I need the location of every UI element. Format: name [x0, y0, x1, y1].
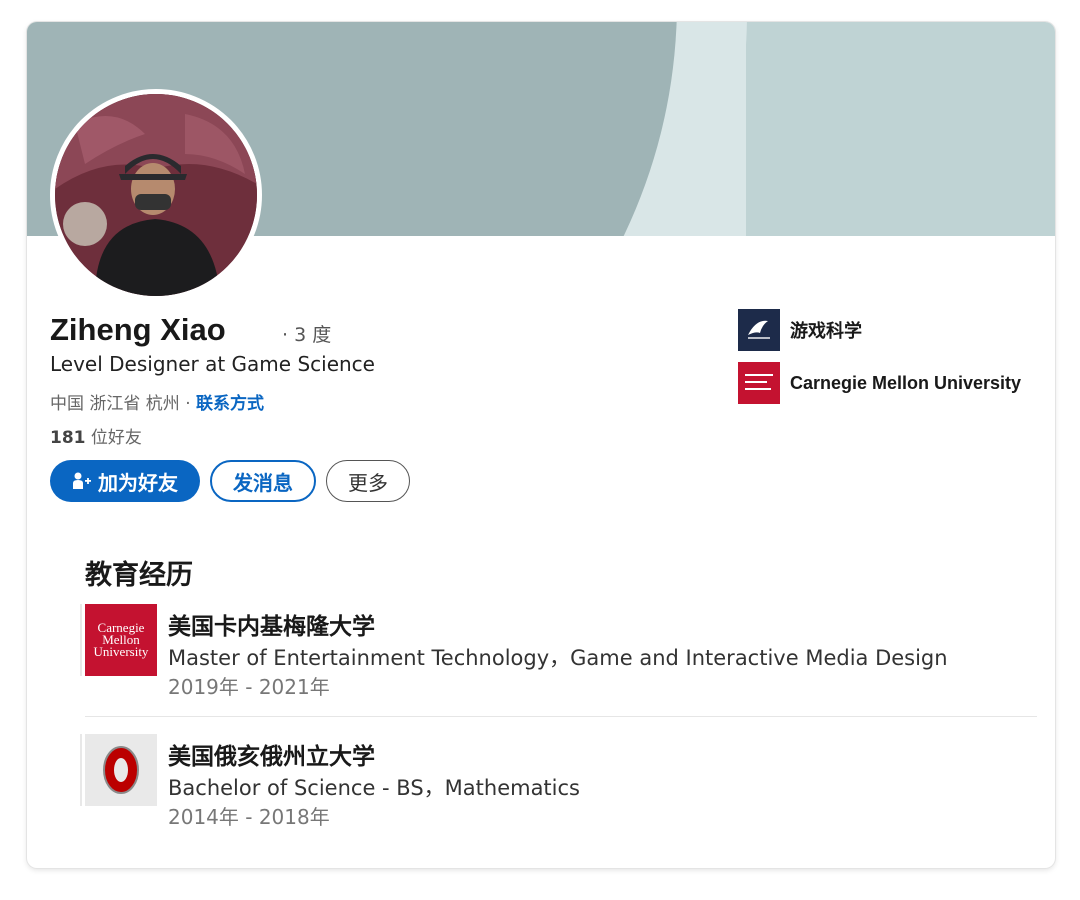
location-text: 中国 浙江省 杭州 ·	[50, 394, 197, 414]
connection-degree: · 3 度	[282, 324, 332, 346]
org-label: 游戏科学	[790, 321, 862, 341]
org-game-science[interactable]: 游戏科学	[738, 309, 862, 351]
edu-dates: 2019年 - 2021年	[168, 675, 330, 699]
game-science-logo-icon	[738, 309, 780, 351]
add-friend-label: 加为好友	[98, 470, 178, 495]
education-item[interactable]: 美国俄亥俄州立大学 Bachelor of Science - BS，Mathe…	[85, 734, 1037, 834]
add-person-icon	[72, 472, 92, 490]
friends-count[interactable]: 181 位好友	[50, 423, 142, 448]
edu-school: 美国俄亥俄州立大学	[168, 744, 375, 770]
friends-number: 181	[50, 428, 86, 448]
edu-accent-line	[80, 734, 82, 806]
profile-headline: Level Designer at Game Science	[50, 352, 375, 376]
cmu-logo-line: University	[93, 644, 149, 659]
contact-info-link[interactable]: 联系方式	[196, 394, 264, 414]
add-friend-button[interactable]: 加为好友	[50, 460, 200, 502]
org-label: Carnegie Mellon University	[790, 372, 1022, 393]
edu-dates: 2014年 - 2018年	[168, 805, 330, 829]
edu-school: 美国卡内基梅隆大学	[168, 614, 375, 640]
message-button[interactable]: 发消息	[210, 460, 316, 502]
friends-label: 位好友	[85, 428, 142, 448]
cmu-logo-icon: Carnegie Mellon University	[85, 604, 157, 676]
edu-degree: Bachelor of Science - BS，Mathematics	[168, 776, 580, 800]
section-divider	[85, 716, 1037, 717]
education-item[interactable]: Carnegie Mellon University 美国卡内基梅隆大学 Mas…	[85, 604, 1037, 704]
edu-accent-line	[80, 604, 82, 676]
cmu-logo-icon	[738, 362, 780, 404]
education-section-title: 教育经历	[85, 560, 193, 591]
profile-avatar[interactable]	[50, 89, 262, 301]
profile-location: 中国 浙江省 杭州 · 联系方式	[50, 389, 264, 414]
org-cmu[interactable]: Carnegie Mellon University	[738, 362, 1021, 404]
more-button[interactable]: 更多	[326, 460, 410, 502]
banner-stripe	[677, 22, 746, 236]
osu-logo-icon	[85, 734, 157, 806]
edu-degree: Master of Entertainment Technology，Game …	[168, 646, 948, 670]
profile-name: Ziheng Xiao	[50, 312, 226, 347]
profile-card: Ziheng Xiao · 3 度 Level Designer at Game…	[27, 22, 1055, 868]
